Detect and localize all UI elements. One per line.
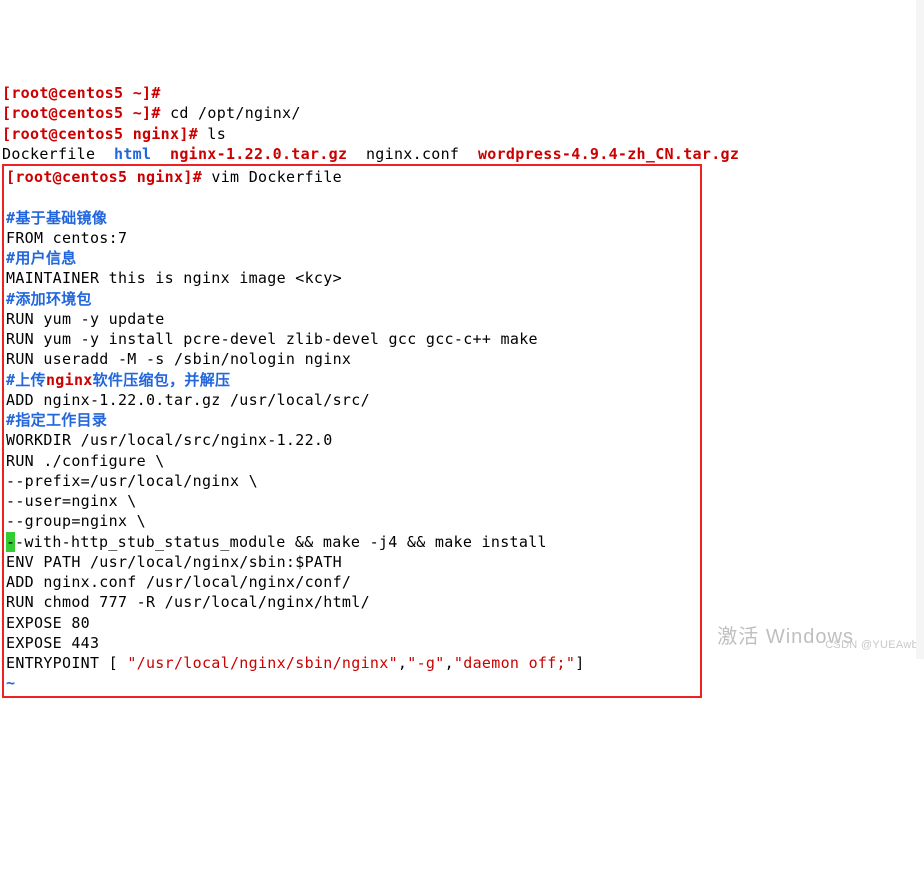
ls-nginx-tgz: nginx-1.22.0.tar.gz <box>170 145 347 163</box>
prompt-host: centos5 <box>62 168 127 186</box>
prompt-host: centos5 <box>58 104 123 122</box>
prompt-path: nginx <box>137 168 184 186</box>
prompt-user-text: root <box>11 84 48 102</box>
prompt-user-text: root <box>15 168 52 186</box>
prompt-user: [ <box>2 84 11 102</box>
dockerfile-run-chmod: RUN chmod 777 -R /usr/local/nginx/html/ <box>6 593 370 611</box>
dockerfile-prefix: --prefix=/usr/local/nginx \ <box>6 472 258 490</box>
entrypoint-str3: "daemon off;" <box>454 654 575 672</box>
scrollbar[interactable] <box>916 0 924 659</box>
dockerfile-run-install: RUN yum -y install pcre-devel zlib-devel… <box>6 330 538 348</box>
cmd-cd: cd /opt/nginx/ <box>170 104 301 122</box>
watermark-csdn: CSDN @YUEAwb <box>825 638 918 653</box>
comment-hash: # <box>6 209 15 227</box>
entrypoint-comma1: , <box>398 654 407 672</box>
entrypoint-str1: "/usr/local/nginx/sbin/nginx" <box>127 654 398 672</box>
ls-wordpress-tgz: wordpress-4.9.4-zh_CN.tar.gz <box>478 145 739 163</box>
comment-hash: # <box>6 371 15 389</box>
dockerfile-expose-80: EXPOSE 80 <box>6 614 90 632</box>
prompt-user: [ <box>2 104 11 122</box>
prompt-path: ~ <box>133 84 142 102</box>
dockerfile-expose-443: EXPOSE 443 <box>6 634 99 652</box>
dockerfile-workdir: WORKDIR /usr/local/src/nginx-1.22.0 <box>6 431 333 449</box>
dockerfile-from: FROM centos:7 <box>6 229 127 247</box>
comment-hash: # <box>6 290 15 308</box>
comment-4b: 软件压缩包，并解压 <box>93 371 231 389</box>
dockerfile-entrypoint: ENTRYPOINT [ <box>6 654 127 672</box>
comment-hash: # <box>6 249 15 267</box>
comment-4a: 上传 <box>15 371 46 389</box>
prompt-host: centos5 <box>58 84 123 102</box>
comment-3: 添加环境包 <box>15 290 92 308</box>
prompt-at: @ <box>49 104 58 122</box>
prompt-close: ] <box>142 84 151 102</box>
prompt-host: centos5 <box>58 125 123 143</box>
dockerfile-run-update: RUN yum -y update <box>6 310 165 328</box>
terminal-output[interactable]: [root@centos5 ~]# [root@centos5 ~]# cd /… <box>2 83 922 698</box>
comment-nginx-keyword: nginx <box>46 371 93 389</box>
prompt-close: ] <box>179 125 188 143</box>
prompt-close: ] <box>142 104 151 122</box>
comment-1: 基于基础镜像 <box>15 209 107 227</box>
dockerfile-user: --user=nginx \ <box>6 492 137 510</box>
dockerfile-add-conf: ADD nginx.conf /usr/local/nginx/conf/ <box>6 573 351 591</box>
prompt-at: @ <box>49 84 58 102</box>
vim-tilde: ~ <box>6 674 15 692</box>
dockerfile-group: --group=nginx \ <box>6 512 146 530</box>
ls-dockerfile: Dockerfile <box>2 145 95 163</box>
highlight-box: [root@centos5 nginx]# vim Dockerfile #基于… <box>2 164 702 698</box>
prompt-path: nginx <box>133 125 180 143</box>
prompt-user-text: root <box>11 104 48 122</box>
prompt-user: [ <box>2 125 11 143</box>
dockerfile-maintainer: MAINTAINER this is nginx image <kcy> <box>6 269 342 287</box>
dockerfile-run-useradd: RUN useradd -M -s /sbin/nologin nginx <box>6 350 351 368</box>
prompt-hash: # <box>193 168 202 186</box>
comment-hash: # <box>6 411 15 429</box>
cursor-icon: - <box>6 532 15 552</box>
comment-5: 指定工作目录 <box>15 411 107 429</box>
entrypoint-close: ] <box>575 654 584 672</box>
prompt-user: [ <box>6 168 15 186</box>
dockerfile-with-module: -with-http_stub_status_module && make -j… <box>15 533 547 551</box>
ls-html: html <box>114 145 151 163</box>
dockerfile-run-configure: RUN ./configure \ <box>6 452 165 470</box>
prompt-path: ~ <box>133 104 142 122</box>
entrypoint-comma2: , <box>445 654 454 672</box>
dockerfile-env-path: ENV PATH /usr/local/nginx/sbin:$PATH <box>6 553 342 571</box>
prompt-hash: # <box>189 125 198 143</box>
prompt-close: ] <box>183 168 192 186</box>
comment-2: 用户信息 <box>15 249 76 267</box>
prompt-user-text: root <box>11 125 48 143</box>
cmd-ls: ls <box>207 125 226 143</box>
prompt-at: @ <box>53 168 62 186</box>
cmd-vim: vim Dockerfile <box>211 168 342 186</box>
entrypoint-str2: "-g" <box>407 654 444 672</box>
prompt-hash: # <box>151 84 160 102</box>
prompt-at: @ <box>49 125 58 143</box>
prompt-hash: # <box>151 104 160 122</box>
ls-nginx-conf: nginx.conf <box>366 145 459 163</box>
dockerfile-add-tar: ADD nginx-1.22.0.tar.gz /usr/local/src/ <box>6 391 370 409</box>
